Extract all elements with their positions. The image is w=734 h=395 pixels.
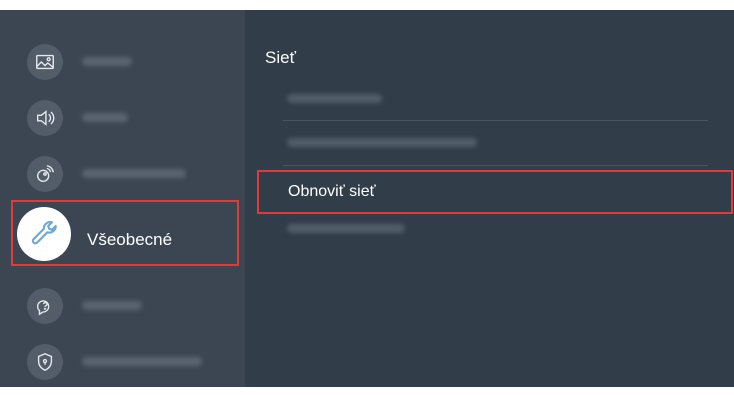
sidebar-item-sound[interactable] [0, 91, 245, 151]
menu-item-4[interactable] [265, 208, 725, 248]
sidebar-item-privacy[interactable] [0, 335, 245, 395]
menu-item-label-blurred [287, 94, 382, 103]
sidebar-item-label-blurred [82, 357, 202, 366]
sidebar-item-general-label[interactable]: Všeobecné [87, 230, 172, 250]
broadcasting-icon [27, 156, 63, 192]
menu-item-1[interactable] [265, 78, 725, 118]
sidebar-item-label-blurred [82, 113, 128, 122]
menu-item-label-blurred [287, 224, 405, 233]
tv-settings-screen: Všeobecné Sieť Obnoviť sieť [0, 10, 734, 387]
sidebar-item-label-blurred [82, 57, 132, 66]
menu-item-reset-network-label[interactable]: Obnoviť sieť [288, 183, 376, 201]
divider [283, 165, 708, 166]
sidebar-item-label-blurred [82, 169, 186, 178]
sound-icon [27, 100, 63, 136]
divider [283, 120, 708, 121]
picture-icon [27, 44, 63, 80]
sidebar-item-picture[interactable] [0, 35, 245, 95]
general-wrench-icon[interactable] [17, 207, 71, 261]
privacy-shield-icon [27, 344, 63, 380]
menu-item-2[interactable] [265, 122, 725, 162]
page-title: Sieť [265, 48, 296, 67]
sidebar-item-broadcasting[interactable] [0, 147, 245, 207]
support-icon [27, 288, 63, 324]
sidebar-item-label-blurred [82, 301, 142, 310]
sidebar-item-support[interactable] [0, 279, 245, 339]
settings-sidebar: Všeobecné [0, 10, 245, 387]
menu-item-label-blurred [287, 138, 477, 147]
